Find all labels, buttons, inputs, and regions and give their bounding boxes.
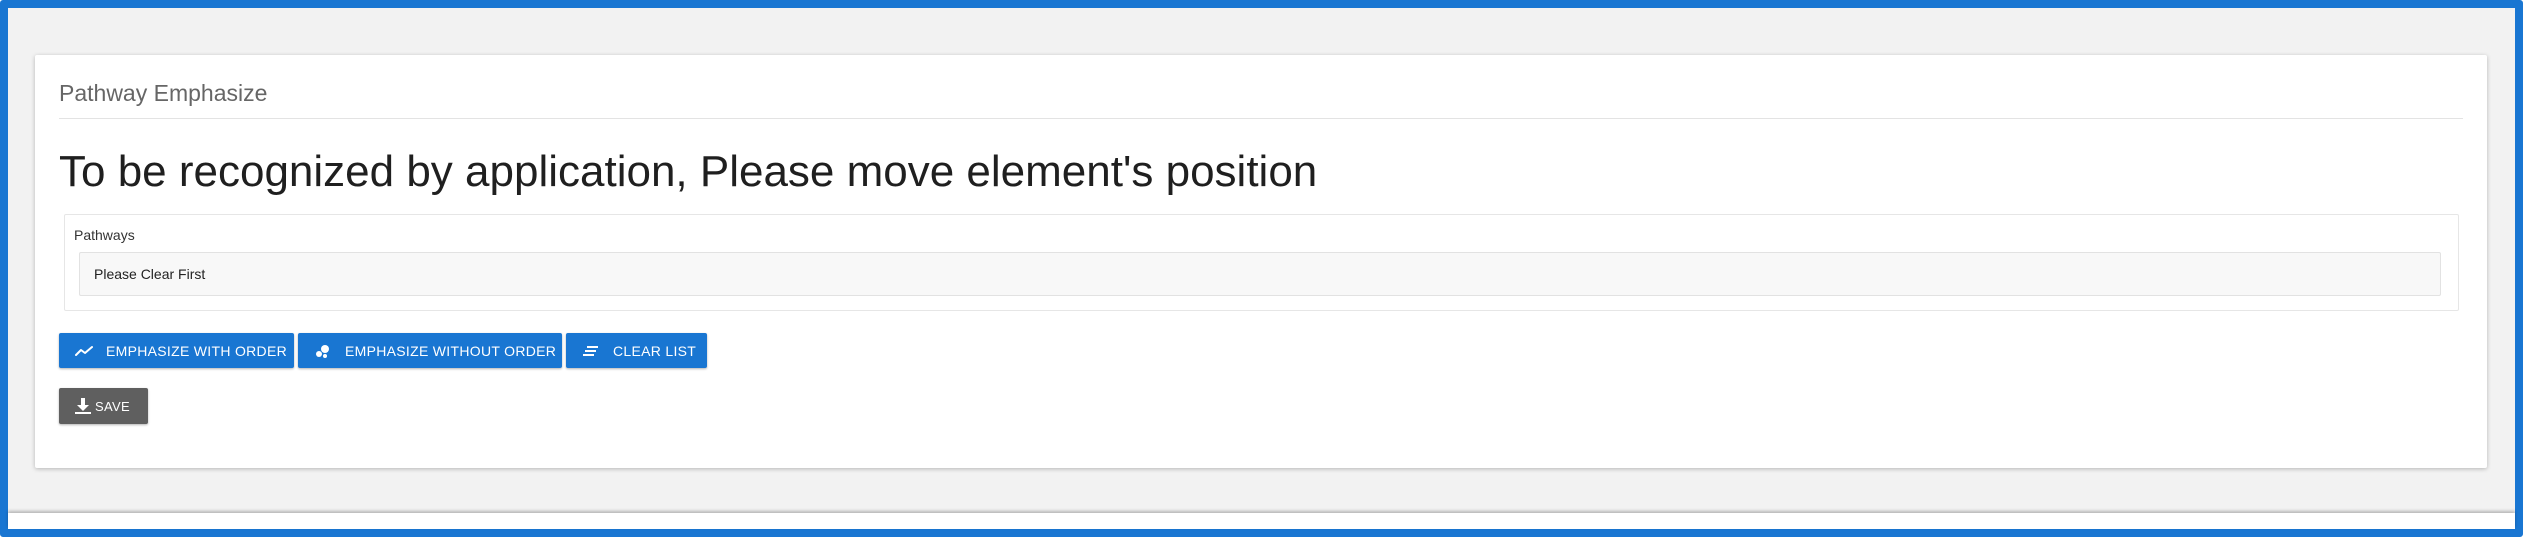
- bubbles-icon: [312, 340, 334, 362]
- card-title: Pathway Emphasize: [59, 80, 268, 106]
- trending-line-icon: [73, 340, 95, 362]
- emphasize-without-order-button[interactable]: EMPHASIZE WITHOUT ORDER: [298, 333, 562, 368]
- pathways-section: Pathways Please Clear First: [64, 214, 2459, 311]
- clear-list-label: CLEAR LIST: [613, 342, 697, 359]
- pathways-list-field[interactable]: Please Clear First: [79, 252, 2441, 296]
- clear-list-button[interactable]: CLEAR LIST: [566, 333, 707, 368]
- card-divider: [59, 118, 2463, 119]
- save-button[interactable]: SAVE: [59, 388, 148, 424]
- page-headline: To be recognized by application, Please …: [59, 147, 1318, 196]
- emphasize-with-order-button[interactable]: EMPHASIZE WITH ORDER: [59, 333, 294, 368]
- save-label: SAVE: [95, 398, 130, 414]
- emphasize-with-order-label: EMPHASIZE WITH ORDER: [106, 342, 288, 359]
- pathway-emphasize-card: Pathway Emphasize To be recognized by ap…: [35, 55, 2487, 468]
- bottom-strip: [8, 513, 2515, 529]
- clear-all-icon: [580, 340, 602, 362]
- pathways-label: Pathways: [74, 227, 135, 243]
- download-icon: [73, 395, 93, 417]
- emphasize-without-order-label: EMPHASIZE WITHOUT ORDER: [345, 342, 557, 359]
